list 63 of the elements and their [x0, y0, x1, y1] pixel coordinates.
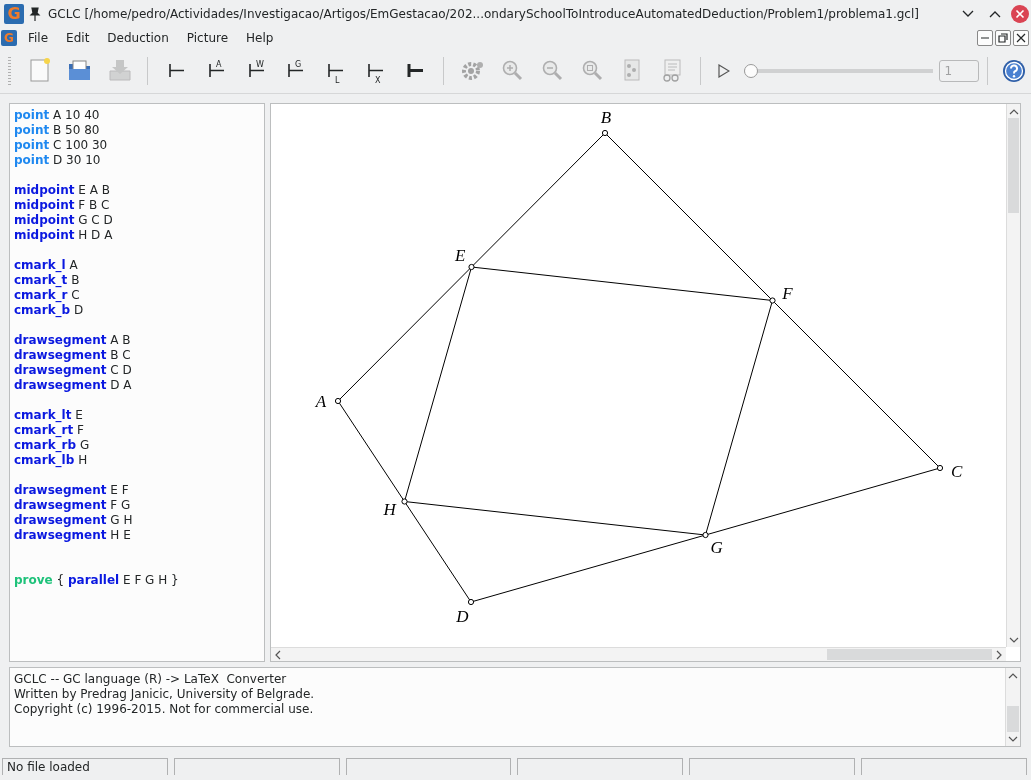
code-line: drawsegment E F [14, 483, 129, 498]
point-marker [467, 598, 475, 606]
point-label: H [383, 500, 396, 520]
code-line: point A 10 40 [14, 108, 100, 123]
point-label: C [951, 462, 963, 481]
code-line: drawsegment G H [14, 513, 133, 528]
code-line: cmark_lt E [14, 408, 83, 423]
window-title: GCLC [/home/pedro/Actividades/Investigacao/Artigos/EmGestacao/202...ondarySchoolToIntroduceAutomatedDeduction/Problem1/problema1.gcl] [48, 7, 920, 21]
play-icon[interactable] [716, 63, 731, 78]
scrollbar-thumb[interactable] [1008, 118, 1019, 213]
code-line: drawsegment A B [14, 333, 131, 348]
code-line: cmark_l A [14, 258, 78, 273]
point-marker [601, 129, 609, 137]
code-line: drawsegment C D [14, 363, 132, 378]
point-label: D [456, 606, 469, 626]
code-line: midpoint H D A [14, 228, 113, 243]
menu-item[interactable]: File [19, 31, 58, 45]
output-line: GCLC -- GC language (R) -> LaTeX Converter [14, 672, 288, 687]
pin-icon[interactable] [29, 7, 41, 21]
point-label: A [315, 392, 327, 411]
menu-item[interactable]: Help [237, 31, 283, 45]
status-text: No file loaded [2, 758, 168, 775]
restore-icon[interactable] [995, 30, 1011, 46]
point-label: B [600, 108, 612, 128]
point-marker [401, 498, 408, 505]
code-line: drawsegment F G [14, 498, 131, 513]
code-line: point C 100 30 [14, 138, 108, 153]
point-marker [702, 531, 709, 539]
point-marker [769, 297, 776, 304]
point-label: F [782, 283, 793, 303]
menu-item[interactable]: Edit [57, 31, 99, 45]
code-line: midpoint F B C [14, 198, 110, 213]
point-label: E [455, 245, 466, 265]
code-line: midpoint E A B [14, 183, 110, 198]
output-line: Written by Predrag Janicic, University of Belgrade. [14, 687, 316, 702]
output-line: Copyright (c) 1996-2015. Not for commercial use. [14, 702, 315, 717]
code-line: cmark_rt F [14, 423, 84, 438]
code-line: drawsegment B C [14, 348, 131, 363]
code-line: cmark_r C [14, 288, 80, 303]
point-marker [936, 464, 944, 472]
scrollbar-thumb[interactable] [1007, 706, 1019, 732]
code-line: cmark_t B [14, 273, 80, 288]
code-line: cmark_lb H [14, 453, 88, 468]
app-logo-icon: G [4, 4, 24, 24]
scrollbar-thumb[interactable] [827, 649, 992, 660]
app-logo-icon: G [1, 30, 17, 46]
code-line: drawsegment H E [14, 528, 131, 543]
menu-item[interactable]: Deduction [98, 31, 178, 45]
point-marker [334, 397, 342, 405]
code-line: point B 50 80 [14, 123, 100, 138]
code-line: drawsegment D A [14, 378, 132, 393]
point-marker [468, 263, 475, 271]
minimize-icon[interactable] [977, 30, 993, 46]
code-line: point D 30 10 [14, 153, 101, 168]
menu-item[interactable]: Picture [177, 31, 238, 45]
code-line: cmark_b D [14, 303, 84, 318]
code-editor[interactable] [9, 103, 265, 662]
code-line: midpoint G C D [14, 213, 113, 228]
code-line: cmark_rb G [14, 438, 90, 453]
close-icon[interactable] [1013, 30, 1029, 46]
help-icon[interactable] [1001, 58, 1025, 83]
point-label: G [710, 538, 723, 558]
code-line: prove { parallel E F G H } [14, 573, 179, 588]
